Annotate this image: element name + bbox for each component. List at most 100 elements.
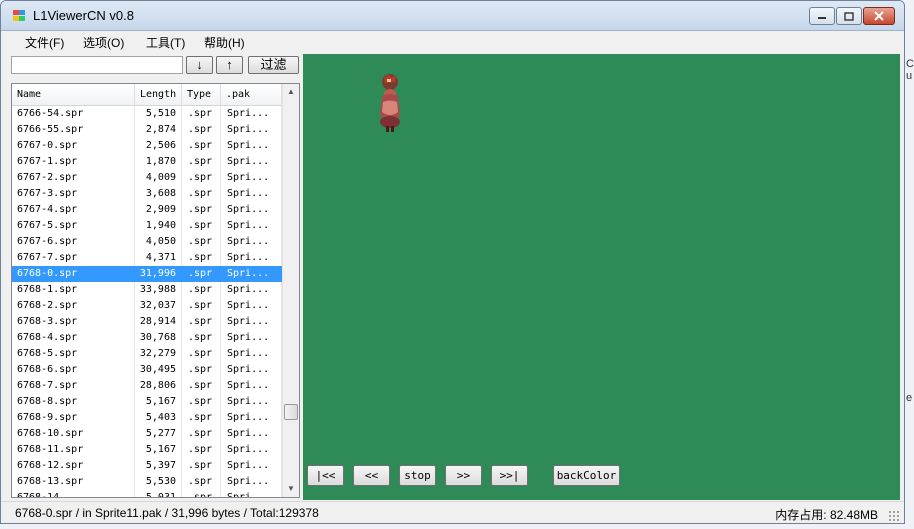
table-row[interactable]: 6768-9.spr 5,403 .spr Spri...	[12, 410, 282, 426]
cell-pak: Spri...	[221, 106, 282, 122]
filter-button[interactable]: 过滤	[248, 56, 299, 74]
table-row[interactable]: 6768-12.spr 5,397 .spr Spri...	[12, 458, 282, 474]
cell-type: .spr	[182, 282, 221, 298]
scroll-down-icon[interactable]: ▼	[283, 481, 299, 497]
scroll-up-icon[interactable]: ▲	[283, 84, 299, 100]
list-scrollbar[interactable]: ▲ ▼	[282, 84, 299, 497]
cell-pak: Spri...	[221, 234, 282, 250]
menu-tools[interactable]: 工具(T)	[146, 34, 185, 51]
table-row[interactable]: 6767-2.spr 4,009 .spr Spri...	[12, 170, 282, 186]
cell-pak: Spri...	[221, 426, 282, 442]
cell-length: 5,277	[135, 426, 182, 442]
cell-pak: Spri...	[221, 186, 282, 202]
table-row[interactable]: 6767-0.spr 2,506 .spr Spri...	[12, 138, 282, 154]
cell-name: 6767-2.spr	[12, 170, 135, 186]
cell-type: .spr	[182, 154, 221, 170]
cell-length: 2,874	[135, 122, 182, 138]
table-row[interactable]: 6767-1.spr 1,870 .spr Spri...	[12, 154, 282, 170]
table-row[interactable]: 6767-6.spr 4,050 .spr Spri...	[12, 234, 282, 250]
cell-name: 6768-12.spr	[12, 458, 135, 474]
status-file-info: 6768-0.spr / in Sprite11.pak / 31,996 by…	[15, 506, 319, 520]
cell-length: 30,768	[135, 330, 182, 346]
resize-grip-icon[interactable]	[888, 510, 900, 522]
cell-type: .spr	[182, 330, 221, 346]
table-row[interactable]: 6768-7.spr 28,806 .spr Spri...	[12, 378, 282, 394]
cell-type: .spr	[182, 266, 221, 282]
cell-length: 32,279	[135, 346, 182, 362]
table-row[interactable]: 6767-7.spr 4,371 .spr Spri...	[12, 250, 282, 266]
table-row[interactable]: 6767-3.spr 3,608 .spr Spri...	[12, 186, 282, 202]
maximize-button[interactable]	[836, 7, 862, 25]
cell-length: 3,608	[135, 186, 182, 202]
cell-name: 6768-14	[12, 490, 135, 497]
cell-pak: Spri...	[221, 378, 282, 394]
background-text: e	[906, 392, 913, 404]
last-frame-button[interactable]: >>|	[491, 465, 528, 486]
table-row[interactable]: 6768-8.spr 5,167 .spr Spri...	[12, 394, 282, 410]
cell-length: 5,530	[135, 474, 182, 490]
cell-pak: Spri...	[221, 474, 282, 490]
app-icon	[13, 10, 25, 22]
cell-name: 6768-4.spr	[12, 330, 135, 346]
cell-length: 2,506	[135, 138, 182, 154]
background-text: u	[906, 70, 913, 82]
cell-name: 6767-5.spr	[12, 218, 135, 234]
table-row[interactable]: 6768-14 5,031 .spr Spri...	[12, 490, 282, 497]
col-header-type[interactable]: Type	[182, 84, 221, 106]
backcolor-button[interactable]: backColor	[553, 465, 620, 486]
menu-file[interactable]: 文件(F)	[25, 34, 64, 51]
title-bar[interactable]: L1ViewerCN v0.8	[1, 1, 904, 31]
cell-name: 6768-8.spr	[12, 394, 135, 410]
prev-frame-button[interactable]: <<	[353, 465, 390, 486]
table-row[interactable]: 6768-4.spr 30,768 .spr Spri...	[12, 330, 282, 346]
cell-name: 6767-3.spr	[12, 186, 135, 202]
close-button[interactable]	[863, 7, 895, 25]
search-up-button[interactable]: ↑	[216, 56, 243, 74]
table-row[interactable]: 6767-5.spr 1,940 .spr Spri...	[12, 218, 282, 234]
cell-type: .spr	[182, 410, 221, 426]
table-row[interactable]: 6766-55.spr 2,874 .spr Spri...	[12, 122, 282, 138]
search-input[interactable]	[11, 56, 183, 74]
cell-name: 6768-9.spr	[12, 410, 135, 426]
cell-length: 4,009	[135, 170, 182, 186]
cell-pak: Spri...	[221, 298, 282, 314]
table-row[interactable]: 6768-1.spr 33,988 .spr Spri...	[12, 282, 282, 298]
cell-length: 2,909	[135, 202, 182, 218]
cell-length: 5,167	[135, 442, 182, 458]
cell-length: 4,050	[135, 234, 182, 250]
table-row[interactable]: 6768-6.spr 30,495 .spr Spri...	[12, 362, 282, 378]
table-row[interactable]: 6767-4.spr 2,909 .spr Spri...	[12, 202, 282, 218]
scroll-thumb[interactable]	[284, 404, 298, 420]
table-row[interactable]: 6768-13.spr 5,530 .spr Spri...	[12, 474, 282, 490]
menu-help[interactable]: 帮助(H)	[204, 34, 245, 51]
cell-name: 6768-1.spr	[12, 282, 135, 298]
cell-pak: Spri...	[221, 282, 282, 298]
first-frame-button[interactable]: |<<	[307, 465, 344, 486]
col-header-pak[interactable]: .pak	[221, 84, 282, 106]
minimize-button[interactable]	[809, 7, 835, 25]
cell-length: 1,870	[135, 154, 182, 170]
cell-type: .spr	[182, 234, 221, 250]
cell-pak: Spri...	[221, 490, 282, 497]
table-row[interactable]: 6768-11.spr 5,167 .spr Spri...	[12, 442, 282, 458]
next-frame-button[interactable]: >>	[445, 465, 482, 486]
search-down-button[interactable]: ↓	[186, 56, 213, 74]
cell-name: 6767-0.spr	[12, 138, 135, 154]
table-row[interactable]: 6766-54.spr 5,510 .spr Spri...	[12, 106, 282, 122]
table-row[interactable]: 6768-10.spr 5,277 .spr Spri...	[12, 426, 282, 442]
col-header-length[interactable]: Length	[135, 84, 182, 106]
stop-button[interactable]: stop	[399, 465, 436, 486]
table-row[interactable]: 6768-0.spr 31,996 .spr Spri...	[12, 266, 282, 282]
table-row[interactable]: 6768-2.spr 32,037 .spr Spri...	[12, 298, 282, 314]
table-row[interactable]: 6768-3.spr 28,914 .spr Spri...	[12, 314, 282, 330]
cell-name: 6766-54.spr	[12, 106, 135, 122]
menu-options[interactable]: 选项(O)	[83, 34, 124, 51]
cell-pak: Spri...	[221, 346, 282, 362]
col-header-name[interactable]: Name	[12, 84, 135, 106]
cell-type: .spr	[182, 170, 221, 186]
cell-pak: Spri...	[221, 122, 282, 138]
cell-name: 6768-5.spr	[12, 346, 135, 362]
cell-length: 30,495	[135, 362, 182, 378]
sprite-preview: |<< << stop >> >>| backColor	[303, 54, 900, 500]
table-row[interactable]: 6768-5.spr 32,279 .spr Spri...	[12, 346, 282, 362]
